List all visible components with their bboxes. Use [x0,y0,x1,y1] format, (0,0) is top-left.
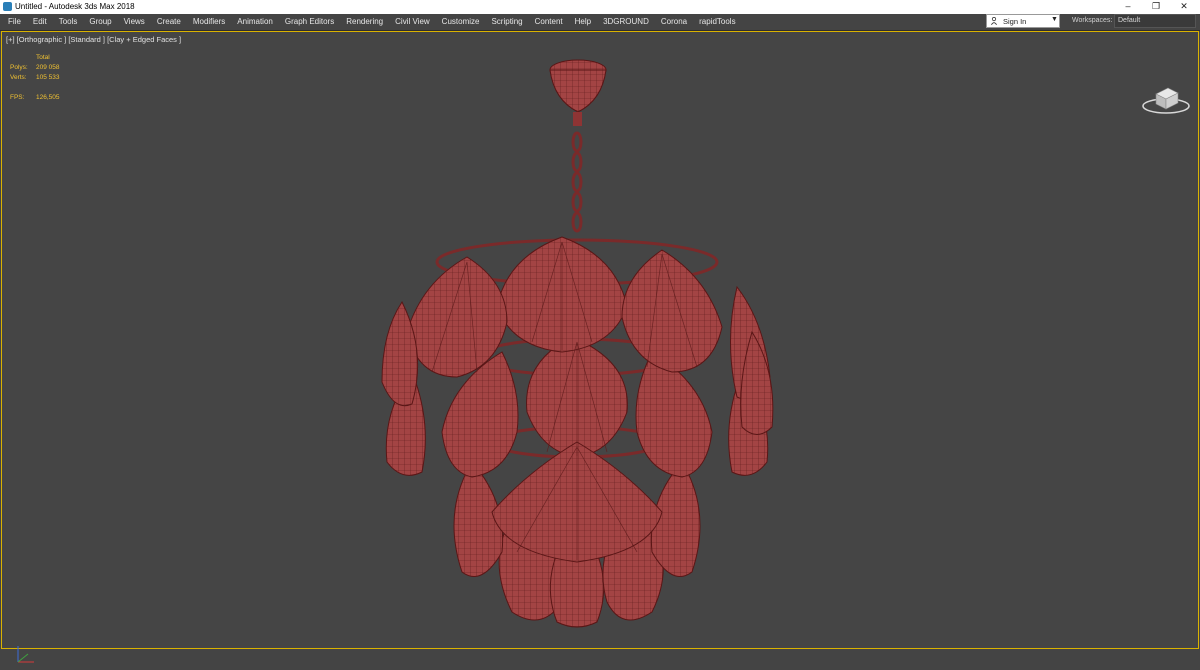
chevron-down-icon: ▼ [1051,16,1058,23]
workspaces-select[interactable]: Default [1114,14,1196,28]
user-icon [991,17,997,25]
window-title: Untitled - Autodesk 3ds Max 2018 [15,2,135,11]
menu-views[interactable]: Views [118,14,151,30]
menu-help[interactable]: Help [569,14,597,30]
menu-graph-editors[interactable]: Graph Editors [279,14,340,30]
menu-modifiers[interactable]: Modifiers [187,14,231,30]
menu-tools[interactable]: Tools [53,14,84,30]
workspaces-value: Default [1118,17,1141,24]
menu-create[interactable]: Create [151,14,187,30]
menu-rendering[interactable]: Rendering [340,14,389,30]
sign-in-dropdown[interactable]: Sign In ▼ [986,14,1060,28]
menu-edit[interactable]: Edit [27,14,53,30]
minimize-button[interactable]: – [1114,0,1142,14]
menu-3dground[interactable]: 3DGROUND [597,14,655,30]
sign-in-label: Sign In [1003,17,1027,26]
menu-customize[interactable]: Customize [436,14,486,30]
menu-animation[interactable]: Animation [231,14,279,30]
menu-scripting[interactable]: Scripting [485,14,528,30]
app-icon [3,2,12,11]
menu-content[interactable]: Content [529,14,569,30]
close-button[interactable]: ✕ [1170,0,1198,14]
chandelier-model[interactable] [2,32,1198,648]
perspective-viewport[interactable]: [+] [Orthographic ] [Standard ] [Clay + … [1,31,1199,663]
menu-group[interactable]: Group [83,14,117,30]
menu-rapidtools[interactable]: rapidTools [693,14,741,30]
main-menu: File Edit Tools Group Views Create Modif… [2,14,742,30]
menu-file[interactable]: File [2,14,27,30]
menu-civil-view[interactable]: Civil View [389,14,436,30]
menu-corona[interactable]: Corona [655,14,693,30]
workspaces-label: Workspaces: [1072,17,1113,24]
restore-button[interactable]: ❐ [1142,0,1170,14]
window-title-bar: Untitled - Autodesk 3ds Max 2018 – ❐ ✕ [0,0,1200,14]
